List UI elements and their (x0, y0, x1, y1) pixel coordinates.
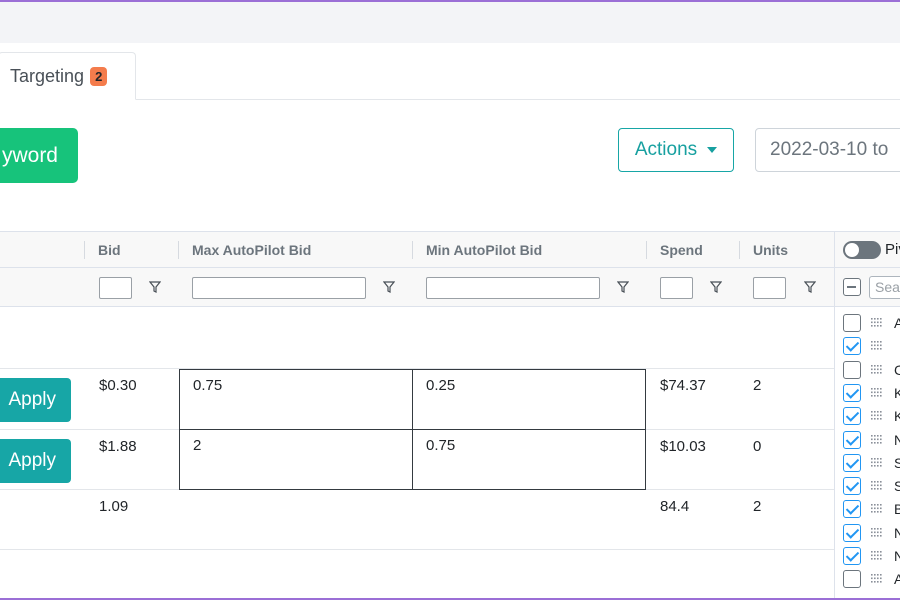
column-checkbox[interactable] (843, 547, 861, 565)
column-checkbox[interactable] (843, 431, 861, 449)
date-range-input[interactable]: 2022-03-10 to (755, 128, 900, 172)
column-checkbox[interactable] (843, 384, 861, 402)
tab-bar: Targeting 2 (0, 43, 900, 100)
column-checkbox[interactable] (843, 500, 861, 518)
units-cell: 0 (753, 438, 762, 455)
bid-cell: $1.88 (99, 438, 137, 455)
tab-targeting-badge: 2 (90, 66, 108, 86)
total-units-cell: 2 (753, 498, 762, 515)
column-name: C (894, 362, 900, 378)
bid-filter-input[interactable] (99, 277, 132, 299)
total-bid-cell: 1.09 (99, 498, 129, 515)
units-filter-input[interactable] (753, 277, 786, 299)
caret-down-icon (707, 147, 718, 153)
min-bid-value: 0.25 (426, 377, 456, 394)
column-checkbox[interactable] (843, 477, 861, 495)
header-max-autopilot-bid[interactable]: Max AutoPilot Bid (178, 232, 311, 268)
drag-handle-icon[interactable] (871, 551, 883, 561)
apply-button[interactable]: Apply (0, 378, 71, 422)
total-spend-cell: 84.4 (660, 498, 690, 515)
drag-handle-icon[interactable] (871, 388, 883, 398)
apply-button[interactable]: Apply (0, 439, 71, 483)
max-bid-edit-cell[interactable]: 2 (179, 429, 413, 490)
header-bid[interactable]: Bid (84, 232, 121, 268)
grid-filter-row (0, 268, 835, 307)
drag-handle-icon[interactable] (871, 481, 883, 491)
max-bid-filter-input[interactable] (192, 277, 366, 299)
drag-handle-icon[interactable] (871, 411, 883, 421)
toggle-knob (845, 243, 859, 257)
column-name: N (894, 525, 900, 541)
actions-dropdown-button[interactable]: Actions (618, 128, 734, 172)
max-bid-edit-cell[interactable]: 0.75 (179, 369, 413, 430)
max-bid-filter-icon[interactable] (383, 280, 395, 294)
column-checkbox[interactable] (843, 524, 861, 542)
column-checkbox[interactable] (843, 361, 861, 379)
apply-button-label: Apply (8, 450, 56, 471)
column-name: S (894, 455, 900, 471)
column-name: S (894, 478, 900, 494)
header-min-autopilot-bid[interactable]: Min AutoPilot Bid (412, 232, 542, 268)
max-bid-value: 2 (193, 437, 202, 454)
units-cell: 2 (753, 377, 762, 394)
column-name: K (894, 385, 900, 401)
row-divider (0, 549, 835, 550)
select-all-columns-checkbox[interactable] (843, 278, 861, 296)
date-range-value: 2022-03-10 to (770, 139, 889, 160)
column-checkbox[interactable] (843, 454, 861, 472)
spend-cell: $10.03 (660, 438, 706, 455)
columns-side-panel: Piv Sea ACKKNSSBNNA (834, 231, 900, 600)
spend-cell: $74.37 (660, 377, 706, 394)
actions-label: Actions (634, 139, 698, 160)
min-bid-filter-icon[interactable] (617, 280, 629, 294)
column-name: N (894, 548, 900, 564)
drag-handle-icon[interactable] (871, 574, 883, 584)
min-bid-filter-input[interactable] (426, 277, 600, 299)
drag-handle-icon[interactable] (871, 528, 883, 538)
tab-targeting[interactable]: Targeting 2 (0, 52, 136, 100)
column-name: N (894, 432, 900, 448)
spend-filter-input[interactable] (660, 277, 693, 299)
header-spend[interactable]: Spend (646, 232, 703, 268)
column-checkbox[interactable] (843, 314, 861, 332)
drag-handle-icon[interactable] (871, 504, 883, 514)
column-name: A (894, 571, 900, 587)
units-filter-icon[interactable] (804, 280, 816, 294)
min-bid-edit-cell[interactable]: 0.25 (412, 369, 646, 430)
add-keyword-button-label: yword (1, 143, 58, 167)
tab-targeting-label: Targeting (10, 65, 85, 86)
max-bid-value: 0.75 (193, 377, 223, 394)
pivot-mode-label: Piv (885, 241, 900, 258)
column-checkbox[interactable] (843, 570, 861, 588)
header-units[interactable]: Units (739, 232, 788, 268)
column-name: B (894, 501, 900, 517)
bid-filter-icon[interactable] (149, 280, 161, 294)
side-panel-filter: Sea (835, 268, 900, 307)
drag-handle-icon[interactable] (871, 365, 883, 375)
drag-handle-icon[interactable] (871, 435, 883, 445)
grid-header-row: Bid Max AutoPilot Bid Min AutoPilot Bid … (0, 231, 835, 268)
top-bar (0, 2, 900, 43)
column-search-input[interactable]: Sea (869, 276, 900, 299)
add-keyword-button[interactable]: yword (0, 128, 78, 183)
side-panel-header: Piv (835, 231, 900, 268)
column-name: K (894, 408, 900, 424)
min-bid-edit-cell[interactable]: 0.75 (412, 429, 646, 490)
column-name: A (894, 315, 900, 331)
drag-handle-icon[interactable] (871, 458, 883, 468)
spend-filter-icon[interactable] (710, 280, 722, 294)
drag-handle-icon[interactable] (871, 341, 883, 351)
column-checkbox[interactable] (843, 407, 861, 425)
apply-button-label: Apply (8, 389, 56, 410)
column-checkbox[interactable] (843, 337, 861, 355)
pivot-mode-toggle[interactable] (843, 241, 881, 259)
bid-cell: $0.30 (99, 377, 137, 394)
drag-handle-icon[interactable] (871, 318, 883, 328)
min-bid-value: 0.75 (426, 437, 456, 454)
